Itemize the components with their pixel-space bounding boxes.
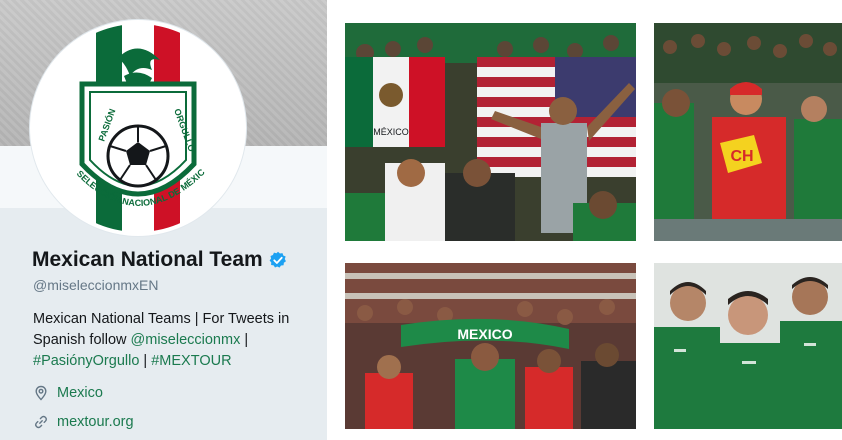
website-link[interactable]: mextour.org (57, 414, 134, 430)
flag-text: MÉXICO (373, 127, 409, 137)
bio-separator: | (240, 332, 249, 348)
media-photo-players[interactable] (654, 263, 842, 429)
bio-mention-link[interactable]: @miseleccionmx (131, 332, 241, 348)
profile-location: Mexico (33, 385, 103, 401)
profile-name[interactable]: Mexican National Team (32, 248, 263, 272)
verified-badge-icon (269, 251, 286, 268)
location-pin-icon (35, 385, 47, 401)
costume-shirt-text: CH (730, 148, 753, 165)
media-photo-fans-flags[interactable]: MÉXICO (345, 23, 636, 241)
media-photo-fans-scarf[interactable]: MEXICO (345, 263, 636, 429)
profile-bio: Mexican National Teams | For Tweets in S… (33, 309, 308, 372)
profile-column: PASIÓN ORGULLO SELECCIÓN NACIONAL DE MÉX… (0, 0, 327, 440)
profile-avatar[interactable]: PASIÓN ORGULLO SELECCIÓN NACIONAL DE MÉX… (30, 20, 246, 236)
bio-hashtag-pasion-link[interactable]: #PasiónyOrgullo (33, 353, 139, 369)
bio-separator: | (139, 353, 152, 369)
media-photo-fans-costume[interactable]: CH (654, 23, 842, 241)
profile-handle[interactable]: @miseleccionmxEN (33, 277, 158, 293)
location-text[interactable]: Mexico (57, 385, 103, 401)
profile-website: mextour.org (33, 414, 134, 430)
link-icon (35, 415, 47, 429)
bio-hashtag-mextour-link[interactable]: #MEXTOUR (151, 353, 231, 369)
profile-name-row: Mexican National Team (32, 248, 287, 272)
scarf-text: MEXICO (457, 326, 512, 342)
